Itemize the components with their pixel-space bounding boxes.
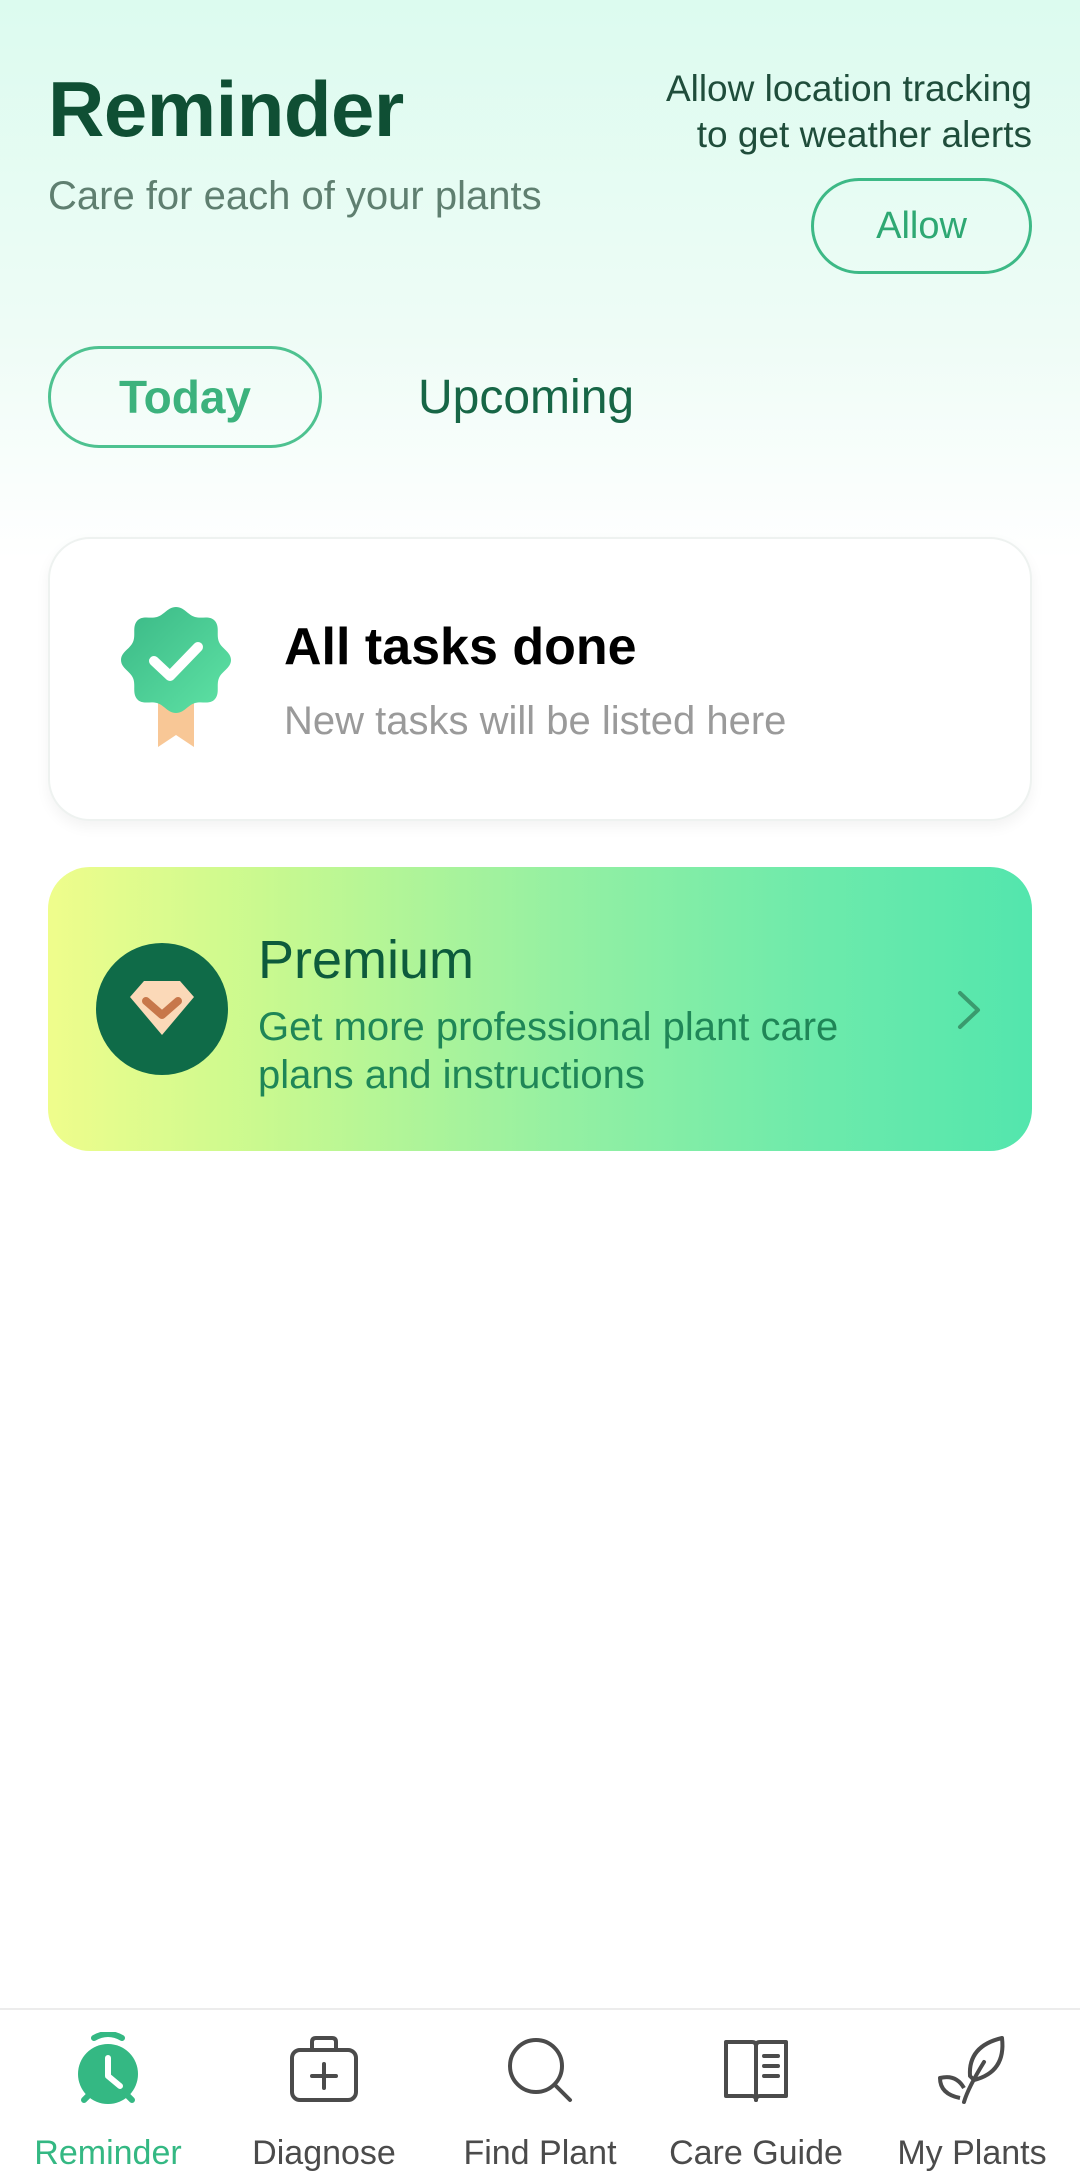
nav-item-my-plants[interactable]: My Plants [864,2010,1080,2179]
premium-banner[interactable]: Premium Get more professional plant care… [48,867,1032,1151]
premium-title: Premium [258,930,475,990]
premium-description: Get more professional plant care plans a… [258,1005,839,1097]
location-prompt: Allow location tracking to get weather a… [472,66,1032,274]
tasks-title: All tasks done [284,618,637,676]
leaves-icon [938,2036,1005,2104]
location-prompt-line-2: to get weather alerts [696,114,1032,155]
chevron-right-icon [958,991,980,1029]
nav-label-care-guide: Care Guide [669,2134,843,2172]
nav-item-care-guide[interactable]: Care Guide [648,2010,864,2179]
tasks-subtitle: New tasks will be listed here [284,699,787,743]
book-icon [724,2040,788,2102]
nav-label-reminder: Reminder [34,2134,182,2172]
nav-item-reminder[interactable]: Reminder [0,2010,216,2179]
nav-label-find-plant: Find Plant [463,2134,617,2172]
page-subtitle: Care for each of your plants [48,174,542,218]
tasks-status-card: All tasks done New tasks will be listed … [48,537,1032,821]
medical-kit-icon [290,2036,358,2102]
nav-item-diagnose[interactable]: Diagnose [216,2010,432,2179]
allow-location-button[interactable]: Allow [811,178,1032,274]
award-check-icon [121,607,231,747]
tab-bar: Today Upcoming [48,346,634,448]
tab-today[interactable]: Today [48,346,322,448]
header: Reminder Care for each of your plants [48,70,542,216]
location-prompt-line-1: Allow location tracking [665,68,1032,109]
nav-label-diagnose: Diagnose [252,2134,396,2172]
diamond-icon [96,943,228,1075]
nav-label-my-plants: My Plants [897,2134,1047,2172]
bottom-navigation: Reminder Diagnose Find Plant Care Guide … [0,2008,1080,2179]
nav-item-find-plant[interactable]: Find Plant [432,2010,648,2179]
alarm-clock-icon [78,2032,138,2104]
reminder-screen: Reminder Care for each of your plants Al… [0,0,1080,2179]
page-title: Reminder [48,65,404,153]
search-icon [508,2038,572,2102]
tab-upcoming[interactable]: Upcoming [418,370,634,425]
